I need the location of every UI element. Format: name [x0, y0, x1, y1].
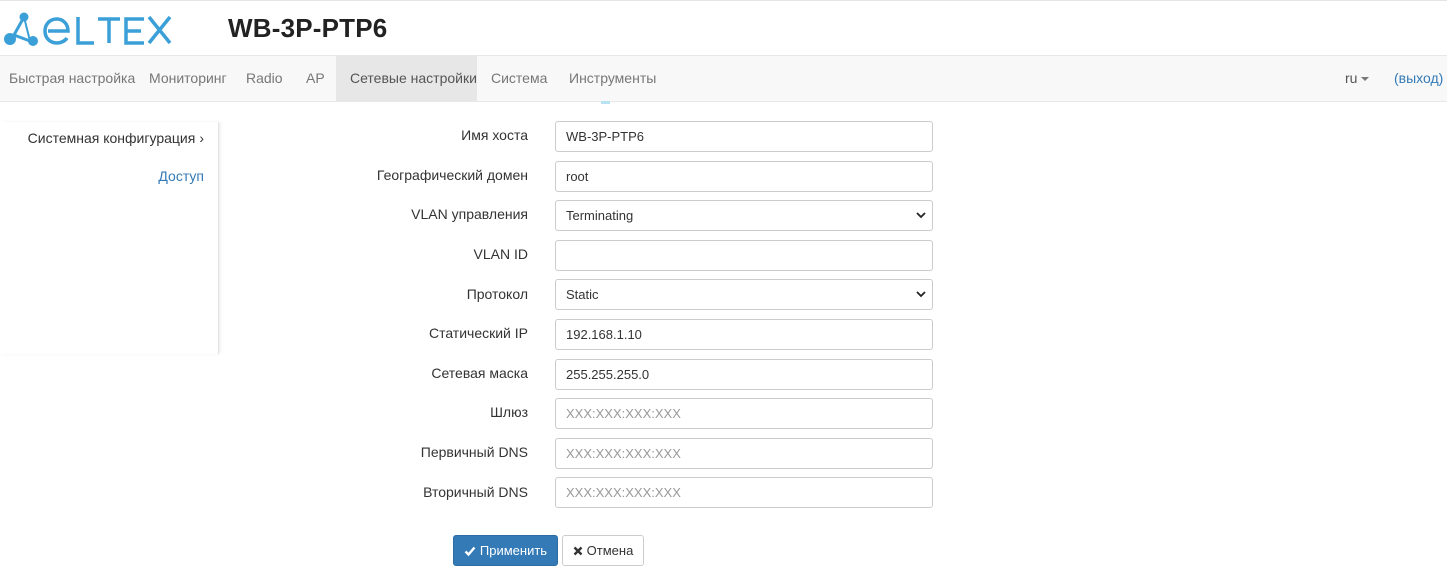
apply-button-label: Применить [479, 543, 548, 558]
nav-ap[interactable]: AP [292, 56, 339, 101]
secondary-dns-label: Вторичный DNS [423, 484, 528, 500]
vlan-mgmt-label: VLAN управления [411, 206, 528, 222]
caret-down-icon [1361, 77, 1370, 82]
nav-quick-setup[interactable]: Быстрая настройка [0, 56, 149, 101]
vlan-mgmt-select[interactable]: Terminating [555, 200, 933, 231]
device-title: WB-3P-PTP6 [228, 13, 388, 43]
language-dropdown[interactable]: ru [1345, 56, 1370, 101]
sidebar-item-access[interactable]: Доступ [158, 168, 204, 184]
apply-button[interactable]: Применить [453, 535, 558, 566]
logo-network-icon [4, 12, 38, 46]
nav-system[interactable]: Система [477, 56, 561, 101]
protocol-label: Протокол [466, 286, 528, 302]
header: WB-3P-PTP6 [0, 0, 1447, 56]
cancel-button-label: Отмена [586, 543, 634, 558]
secondary-dns-input[interactable] [555, 477, 933, 508]
vlan-id-label: VLAN ID [473, 246, 528, 262]
chevron-right-icon: › [199, 130, 204, 146]
netmask-input[interactable] [555, 359, 933, 390]
nav-network-settings[interactable]: Сетевые настройки [336, 56, 477, 101]
nav-hover-indicator [601, 101, 610, 104]
sidebar-item-label: Системная конфигурация [27, 130, 196, 146]
nav-tools[interactable]: Инструменты [555, 56, 670, 101]
primary-dns-label: Первичный DNS [420, 444, 528, 460]
nav-monitoring[interactable]: Мониторинг [135, 56, 241, 101]
nav-radio[interactable]: Radio [232, 56, 297, 101]
hostname-label: Имя хоста [461, 127, 528, 143]
protocol-select[interactable]: Static [555, 279, 933, 310]
close-icon [573, 546, 583, 556]
static-ip-input[interactable] [555, 319, 933, 350]
static-ip-label: Статический IP [428, 325, 528, 341]
netmask-label: Сетевая маска [431, 365, 528, 381]
logout-link[interactable]: (выход) [1394, 56, 1443, 101]
geo-domain-input[interactable] [555, 161, 933, 192]
language-label: ru [1345, 70, 1358, 86]
geo-domain-label: Географический домен [376, 167, 528, 183]
sidebar-item-system-config[interactable]: Системная конфигурация › [28, 130, 204, 146]
hostname-input[interactable] [555, 121, 933, 152]
gateway-label: Шлюз [490, 404, 528, 420]
gateway-input[interactable] [555, 398, 933, 429]
cancel-button[interactable]: Отмена [562, 535, 644, 566]
sidebar: Системная конфигурация › Доступ [0, 122, 219, 354]
main-navbar: Быстрая настройка Мониторинг Radio AP Се… [0, 55, 1447, 104]
eltex-logo [2, 11, 174, 49]
vlan-id-input[interactable] [555, 240, 933, 271]
check-icon [464, 545, 476, 557]
primary-dns-input[interactable] [555, 438, 933, 469]
